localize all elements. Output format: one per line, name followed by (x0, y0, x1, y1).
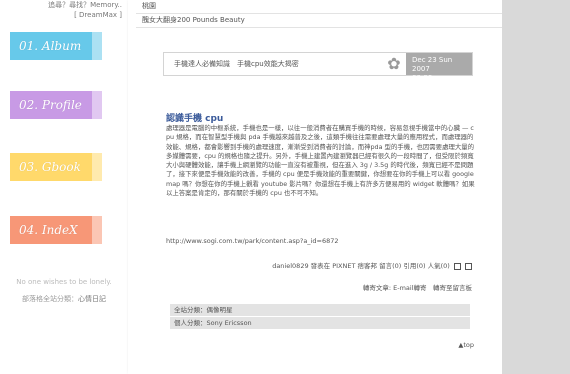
blog-title-line1: 追尋？尋找？Memory.. (48, 1, 122, 9)
main-content: 桃園 醜女大翻身200 Pounds Beauty 手機達人必備知識 手機cpu… (128, 0, 502, 374)
nav-album[interactable]: 01. Album (10, 32, 102, 60)
site-category-label: 部落格全站分類： (22, 295, 78, 303)
top-link-list: 桃園 醜女大翻身200 Pounds Beauty (136, 0, 502, 28)
article-title: 認識手機 cpu (166, 114, 224, 124)
tagline: No one wishes to be lonely. (16, 278, 112, 286)
right-background (502, 0, 570, 374)
article-body: 處理器是電腦的中樞系統，手機也是一樣，以往一般消費者在購買手機的時候，容易忽視手… (166, 124, 475, 198)
pinwheel-icon: ✿ (387, 54, 401, 73)
back-to-top-link[interactable]: ▲top (458, 341, 474, 349)
site-category-link[interactable]: 部落格全站分類：心情日記 (0, 294, 128, 304)
article-link[interactable]: http://www.sogi.com.tw/park/content.asp?… (166, 237, 338, 245)
site-category-row[interactable]: 全站分類：偶像明星 (170, 304, 470, 316)
post-footer: daniel0829 發表在 PIXNET 痞客邦 留言(0) 引用(0) 人氣… (272, 260, 472, 270)
post-header: 手機達人必備知識 手機cpu效能大揭密 ✿ Dec 23 Sun 2007 00… (163, 52, 473, 82)
category-table: 全站分類：偶像明星 個人分類：Sony Ericsson (170, 304, 470, 330)
blog-title-line2: [ DreamMax ] (74, 11, 122, 19)
left-sidebar: 追尋？尋找？Memory.. [ DreamMax ] 01. Album 02… (0, 0, 128, 374)
post-actions[interactable]: 轉寄文章: E-mail轉寄 轉寄至留言板 (363, 282, 472, 292)
blog-title[interactable]: 追尋？尋找？Memory.. [ DreamMax ] (48, 0, 122, 20)
post-category[interactable]: 手機達人必備知識 手機cpu效能大揭密 (174, 53, 299, 75)
nav-profile[interactable]: 02. Profile (10, 91, 102, 119)
site-category-value[interactable]: 心情日記 (78, 295, 106, 303)
personal-category-row[interactable]: 個人分類：Sony Ericsson (170, 317, 470, 329)
top-link-item[interactable]: 醜女大翻身200 Pounds Beauty (136, 14, 502, 28)
post-date-line1: Dec 23 Sun 2007 (412, 56, 453, 73)
post-date-line2: 00:06 (412, 74, 433, 82)
vertical-decoration (121, 248, 127, 318)
trash-icon[interactable] (465, 262, 472, 270)
edit-icon[interactable] (453, 262, 461, 270)
post-date: Dec 23 Sun 2007 00:06 (406, 53, 472, 82)
top-link-item[interactable]: 桃園 (136, 0, 502, 14)
nav-index[interactable]: 04. IndeX (10, 216, 102, 244)
nav-gbook[interactable]: 03. Gbook (10, 153, 102, 181)
post-meta[interactable]: daniel0829 發表在 PIXNET 痞客邦 留言(0) 引用(0) 人氣… (272, 262, 450, 270)
